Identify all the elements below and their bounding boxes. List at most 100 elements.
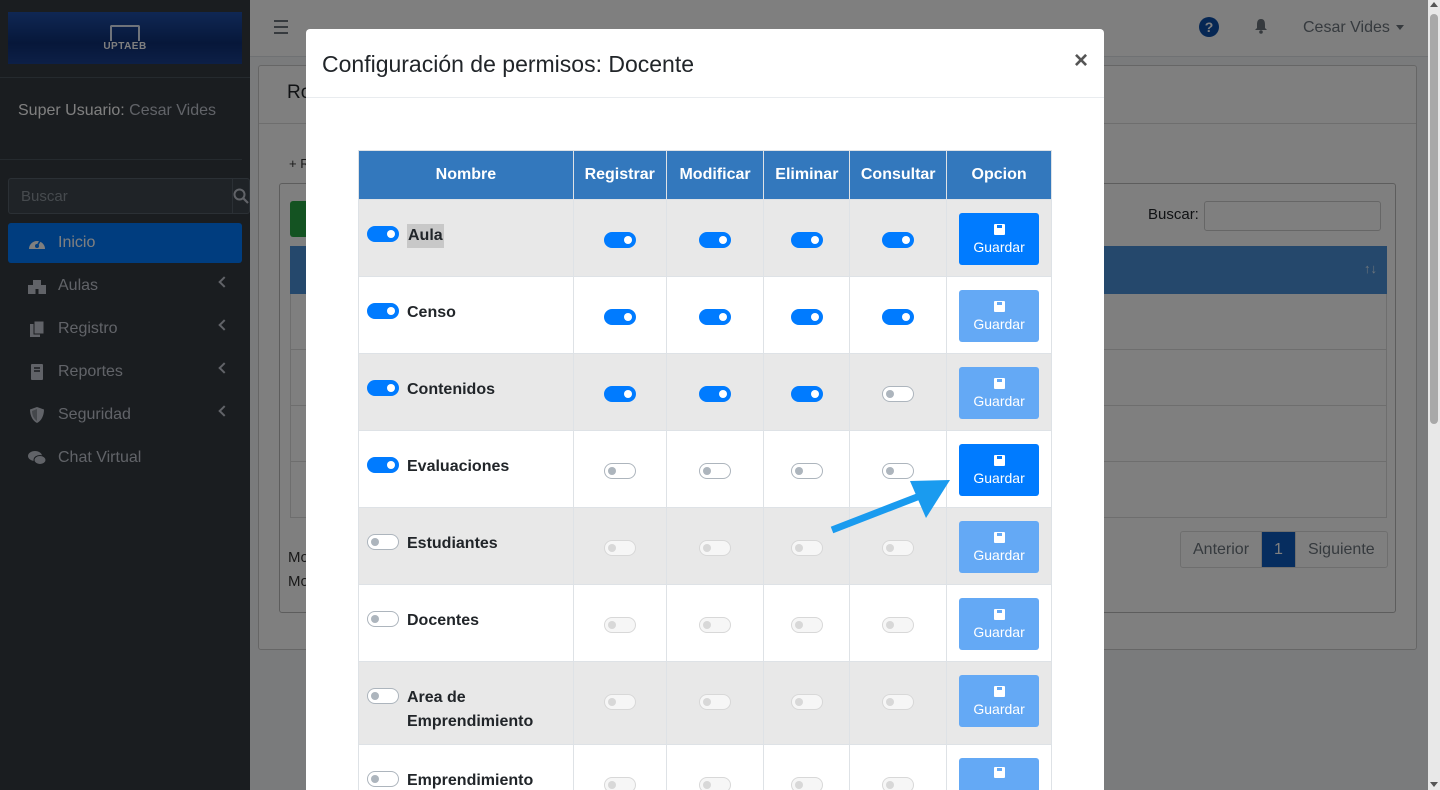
permission-option-cell xyxy=(946,744,1052,790)
modificar-toggle[interactable] xyxy=(699,309,732,325)
permission-toggle-wrap xyxy=(667,200,764,248)
floppy-disk-icon xyxy=(993,531,1005,543)
permission-toggle-wrap xyxy=(764,662,849,710)
consultar-toggle[interactable] xyxy=(882,232,915,248)
column-header-modificar: Modificar xyxy=(665,150,765,200)
modificar-toggle[interactable] xyxy=(699,232,732,248)
permission-name: Censo xyxy=(359,277,573,325)
permission-toggle-wrap xyxy=(667,277,764,325)
permission-name: Estudiantes xyxy=(359,508,573,556)
consultar-toggle[interactable] xyxy=(882,463,915,479)
modificar-toggle xyxy=(699,617,732,633)
registrar-toggle xyxy=(603,540,636,556)
floppy-disk-icon xyxy=(993,223,1005,235)
permission-cell-registrar xyxy=(572,584,667,662)
permission-cell-registrar xyxy=(572,199,667,277)
save-button[interactable]: Guardar xyxy=(959,444,1040,496)
module-name-label: Contenidos xyxy=(407,381,495,398)
permission-toggle-wrap xyxy=(764,431,849,479)
permission-option-cell: Guardar xyxy=(946,430,1052,508)
eliminar-toggle[interactable] xyxy=(790,232,823,248)
permission-toggle-wrap xyxy=(850,431,946,479)
save-button[interactable]: Guardar xyxy=(959,598,1040,650)
permission-toggle-wrap xyxy=(667,585,764,633)
permission-cell-eliminar xyxy=(763,744,851,790)
save-button[interactable]: Guardar xyxy=(959,290,1040,342)
permission-cell-registrar xyxy=(572,353,667,431)
modificar-toggle xyxy=(699,694,732,710)
module-enable-toggle[interactable] xyxy=(367,380,399,396)
consultar-toggle xyxy=(882,777,915,790)
consultar-toggle[interactable] xyxy=(882,309,915,325)
permission-name-cell: Emprendimiento xyxy=(358,744,574,790)
save-button[interactable]: Guardar xyxy=(959,675,1040,727)
module-name-label: Evaluaciones xyxy=(407,458,510,475)
eliminar-toggle[interactable] xyxy=(790,463,823,479)
save-button[interactable]: Guardar xyxy=(959,521,1040,573)
permission-name: Area de Emprendimiento xyxy=(359,662,573,734)
eliminar-toggle[interactable] xyxy=(790,309,823,325)
close-icon[interactable]: × xyxy=(1074,47,1088,75)
permission-toggle-wrap xyxy=(574,662,666,710)
module-enable-toggle[interactable] xyxy=(367,303,399,319)
permission-toggle-wrap xyxy=(574,745,666,790)
registrar-toggle[interactable] xyxy=(603,386,636,402)
save-button[interactable]: Guardar xyxy=(959,213,1040,265)
permission-name-cell: Evaluaciones xyxy=(358,430,574,508)
permission-option-cell: Guardar xyxy=(946,276,1052,354)
permission-toggle-wrap xyxy=(667,662,764,710)
permission-toggle-wrap xyxy=(574,585,666,633)
permission-cell-modificar xyxy=(665,584,765,662)
save-button-label: Guardar xyxy=(973,392,1025,409)
floppy-disk-icon xyxy=(993,767,1005,778)
save-button[interactable]: Guardar xyxy=(959,367,1040,419)
registrar-toggle[interactable] xyxy=(603,232,636,248)
scroll-up-icon[interactable] xyxy=(1430,2,1438,7)
permission-cell-modificar xyxy=(665,430,765,508)
permission-row: Emprendimiento xyxy=(358,744,1052,790)
permission-cell-consultar xyxy=(849,276,948,354)
scrollbar-thumb[interactable] xyxy=(1430,14,1438,424)
module-enable-toggle[interactable] xyxy=(367,457,399,473)
permission-toggle-wrap xyxy=(764,277,849,325)
permission-option-cell: Guardar xyxy=(946,584,1052,662)
permission-cell-eliminar xyxy=(763,353,851,431)
permission-row: Docentes Guardar xyxy=(358,584,1052,662)
consultar-toggle[interactable] xyxy=(882,386,915,402)
module-enable-toggle[interactable] xyxy=(367,688,399,704)
save-button-label: Guardar xyxy=(973,623,1025,640)
permission-cell-registrar xyxy=(572,744,667,790)
module-enable-toggle[interactable] xyxy=(367,771,399,787)
registrar-toggle xyxy=(603,694,636,710)
permission-cell-modificar xyxy=(665,661,765,745)
permission-cell-modificar xyxy=(665,353,765,431)
registrar-toggle[interactable] xyxy=(603,309,636,325)
scroll-down-icon[interactable] xyxy=(1430,782,1438,787)
modificar-toggle[interactable] xyxy=(699,386,732,402)
save-button[interactable] xyxy=(959,758,1040,790)
eliminar-toggle xyxy=(790,777,823,790)
permission-cell-registrar xyxy=(572,430,667,508)
permission-toggle-wrap xyxy=(850,200,946,248)
permission-toggle-wrap xyxy=(764,354,849,402)
module-enable-toggle[interactable] xyxy=(367,611,399,627)
column-header-eliminar: Eliminar xyxy=(763,150,851,200)
permission-cell-registrar xyxy=(572,661,667,745)
floppy-disk-icon xyxy=(993,454,1005,466)
permission-name: Aula xyxy=(359,200,573,248)
permission-cell-eliminar xyxy=(763,199,851,277)
permission-name-cell: Docentes xyxy=(358,584,574,662)
module-enable-toggle[interactable] xyxy=(367,226,399,242)
page-scrollbar[interactable] xyxy=(1428,0,1440,790)
permissions-table: Nombre Registrar Modificar Eliminar Cons… xyxy=(358,150,1052,790)
eliminar-toggle[interactable] xyxy=(790,386,823,402)
module-enable-toggle[interactable] xyxy=(367,534,399,550)
permission-cell-modificar xyxy=(665,199,765,277)
modificar-toggle[interactable] xyxy=(699,463,732,479)
consultar-toggle xyxy=(882,694,915,710)
permission-option-cell: Guardar xyxy=(946,353,1052,431)
registrar-toggle[interactable] xyxy=(603,463,636,479)
floppy-disk-icon xyxy=(993,608,1005,620)
column-header-registrar: Registrar xyxy=(572,150,667,200)
permission-cell-consultar xyxy=(849,661,948,745)
